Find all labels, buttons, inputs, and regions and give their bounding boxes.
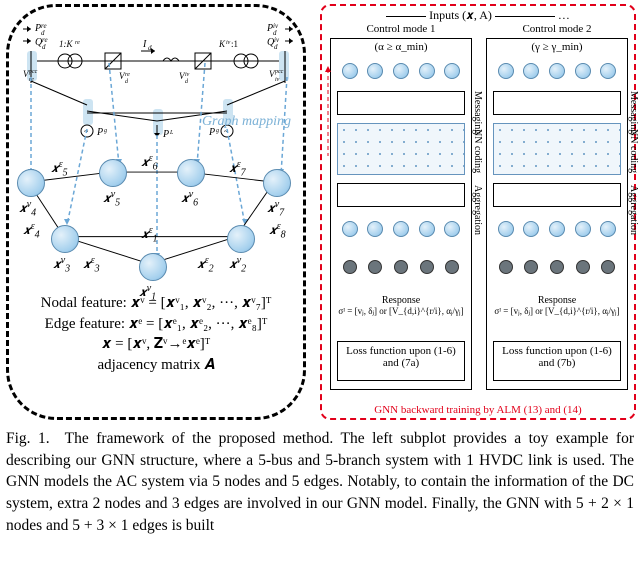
svg-text:K: K: [218, 39, 226, 49]
svg-text:iv: iv: [226, 40, 231, 46]
col1-title: Control mode 1: [331, 23, 471, 35]
col2-title: Control mode 2: [487, 23, 627, 35]
messaging-label: Messaging: [628, 91, 639, 134]
svg-text:d: d: [148, 44, 152, 52]
response-eq: σᴵ = [vⱼ, δⱼ] or [V_{d,i}^{r/i}, αⱼ/γⱼ]: [337, 306, 465, 317]
edge-label: 𝒙ε6: [141, 153, 158, 172]
response-title: Response: [493, 295, 621, 306]
edge-label: 𝒙ε7: [229, 159, 246, 178]
svg-text:I: I: [142, 39, 147, 50]
messaging-block: [493, 91, 621, 115]
messaging-block: [337, 91, 465, 115]
node-label: 𝒙v7: [267, 199, 284, 218]
svg-text:re: re: [29, 77, 34, 83]
col2-condition: (γ ≥ γ_min): [487, 41, 627, 53]
svg-text:1:K: 1:K: [59, 39, 73, 49]
aggregation-label: Aggregation: [472, 185, 483, 235]
edge-feature-line: Edge feature: 𝒙ᵉ = [𝒙ᵉ₁, 𝒙ᵉ₂, ···, 𝒙ᵉ₈]ᵀ: [9, 314, 303, 335]
inputs-text: Inputs (𝒙, A): [429, 8, 492, 22]
adjacency-line: adjacency matrix 𝑨: [9, 355, 303, 376]
gnn-backward-label: GNN backward training by ALM (13) and (1…: [322, 404, 634, 416]
graph-node-6: [177, 159, 205, 187]
edge-label: 𝒙ε3: [83, 255, 100, 274]
node-label: 𝒙v6: [181, 189, 198, 208]
input-nodes-row: [493, 57, 621, 85]
inputs-label: Inputs (𝒙, A) …: [322, 8, 634, 23]
node-label: 𝒙v5: [103, 189, 120, 208]
hidden-nodes-row: [493, 215, 621, 243]
response-block: Response σᴵ = [vⱼ, δⱼ] or [V_{d,i}^{r/i}…: [337, 293, 465, 337]
graph-node-2: [227, 225, 255, 253]
loss-block: Loss function upon (1-6) and (7b): [493, 341, 621, 381]
graph-mapping-label: Graph mapping: [202, 115, 291, 130]
output-nodes-row: [337, 253, 465, 281]
svg-text:re: re: [75, 40, 80, 46]
aggregation-label: Aggregation: [628, 185, 639, 235]
output-nodes-row: [493, 253, 621, 281]
graph-node-4: [17, 169, 45, 197]
nodal-feature-line: Nodal feature: 𝒙ᵛ = [𝒙ᵛ₁, 𝒙ᵛ₂, ···, 𝒙ᵛ₇]…: [9, 293, 303, 314]
nn-coding-label: NN coding: [628, 129, 639, 173]
control-mode-1-column: Control mode 1 (α ≥ α_min) Response σᴵ =…: [330, 38, 472, 390]
svg-text:d: d: [42, 43, 46, 51]
svg-text:pcc: pcc: [28, 69, 38, 75]
edge-label: 𝒙ε8: [269, 221, 286, 240]
svg-text::1: :1: [231, 39, 238, 49]
loss-block: Loss function upon (1-6) and (7a): [337, 341, 465, 381]
svg-text:iv: iv: [275, 77, 280, 83]
right-subplot-panel: Inputs (𝒙, A) … Control mode 1 (α ≥ α_mi…: [320, 4, 636, 420]
aggregation-block: [337, 183, 465, 207]
graph-node-5: [99, 159, 127, 187]
svg-text:d: d: [274, 43, 278, 51]
edge-label: 𝒙ε2: [197, 255, 214, 274]
left-subplot-panel: ~ ~ Pred Qred Pivd Qivd 1:Kre Kiv:1 Id V…: [6, 4, 306, 420]
response-eq: σᴵ = [vⱼ, δⱼ] or [V_{d,i}^{r/i}, αⱼ/γⱼ]: [493, 306, 621, 317]
svg-text:d: d: [185, 79, 189, 85]
nn-coding-label: NN coding: [472, 129, 483, 173]
aggregation-block: [493, 183, 621, 207]
node-label: 𝒙v4: [19, 199, 36, 218]
node-label: 𝒙v2: [229, 255, 246, 274]
edge-label: 𝒙ε1: [141, 225, 158, 244]
response-title: Response: [337, 295, 465, 306]
svg-text:pcc: pcc: [274, 69, 284, 75]
control-mode-2-column: Control mode 2 (γ ≥ γ_min) Response σᴵ =…: [486, 38, 628, 390]
svg-text:re: re: [125, 72, 130, 78]
edge-label: 𝒙ε5: [51, 159, 68, 178]
caption-text: The framework of the proposed method. Th…: [6, 430, 634, 534]
edge-label: 𝒙ε4: [23, 221, 40, 240]
figure-number: Fig. 1.: [6, 430, 50, 447]
node-label: 𝒙v3: [53, 255, 70, 274]
feature-equations: Nodal feature: 𝒙ᵛ = [𝒙ᵛ₁, 𝒙ᵛ₂, ···, 𝒙ᵛ₇]…: [9, 293, 303, 376]
response-block: Response σᴵ = [vⱼ, δⱼ] or [V_{d,i}^{r/i}…: [493, 293, 621, 337]
input-nodes-row: [337, 57, 465, 85]
svg-text:d: d: [125, 79, 129, 85]
inputs-ellipsis: …: [558, 8, 570, 22]
nn-coding-block: [493, 123, 621, 175]
gnn-graph: 𝒙v4 𝒙v5 𝒙v6 𝒙v7 𝒙v3 𝒙v1 𝒙v2 𝒙ε5 𝒙ε6 𝒙ε7 …: [17, 129, 295, 291]
graph-node-7: [263, 169, 291, 197]
figure-caption: Fig. 1. The framework of the proposed me…: [6, 428, 634, 536]
col1-condition: (α ≥ α_min): [331, 41, 471, 53]
hidden-nodes-row: [337, 215, 465, 243]
nn-coding-block: [337, 123, 465, 175]
messaging-label: Messaging: [472, 91, 483, 134]
svg-text:iv: iv: [185, 72, 190, 78]
figure-wrapper: ~ ~ Pred Qred Pivd Qivd 1:Kre Kiv:1 Id V…: [6, 4, 634, 424]
combined-feature-line: 𝒙 = [𝒙ᵛ, 𝐙ᵛ→ᵉ𝒙ᵉ]ᵀ: [9, 334, 303, 355]
graph-node-3: [51, 225, 79, 253]
graph-node-1: [139, 253, 167, 281]
